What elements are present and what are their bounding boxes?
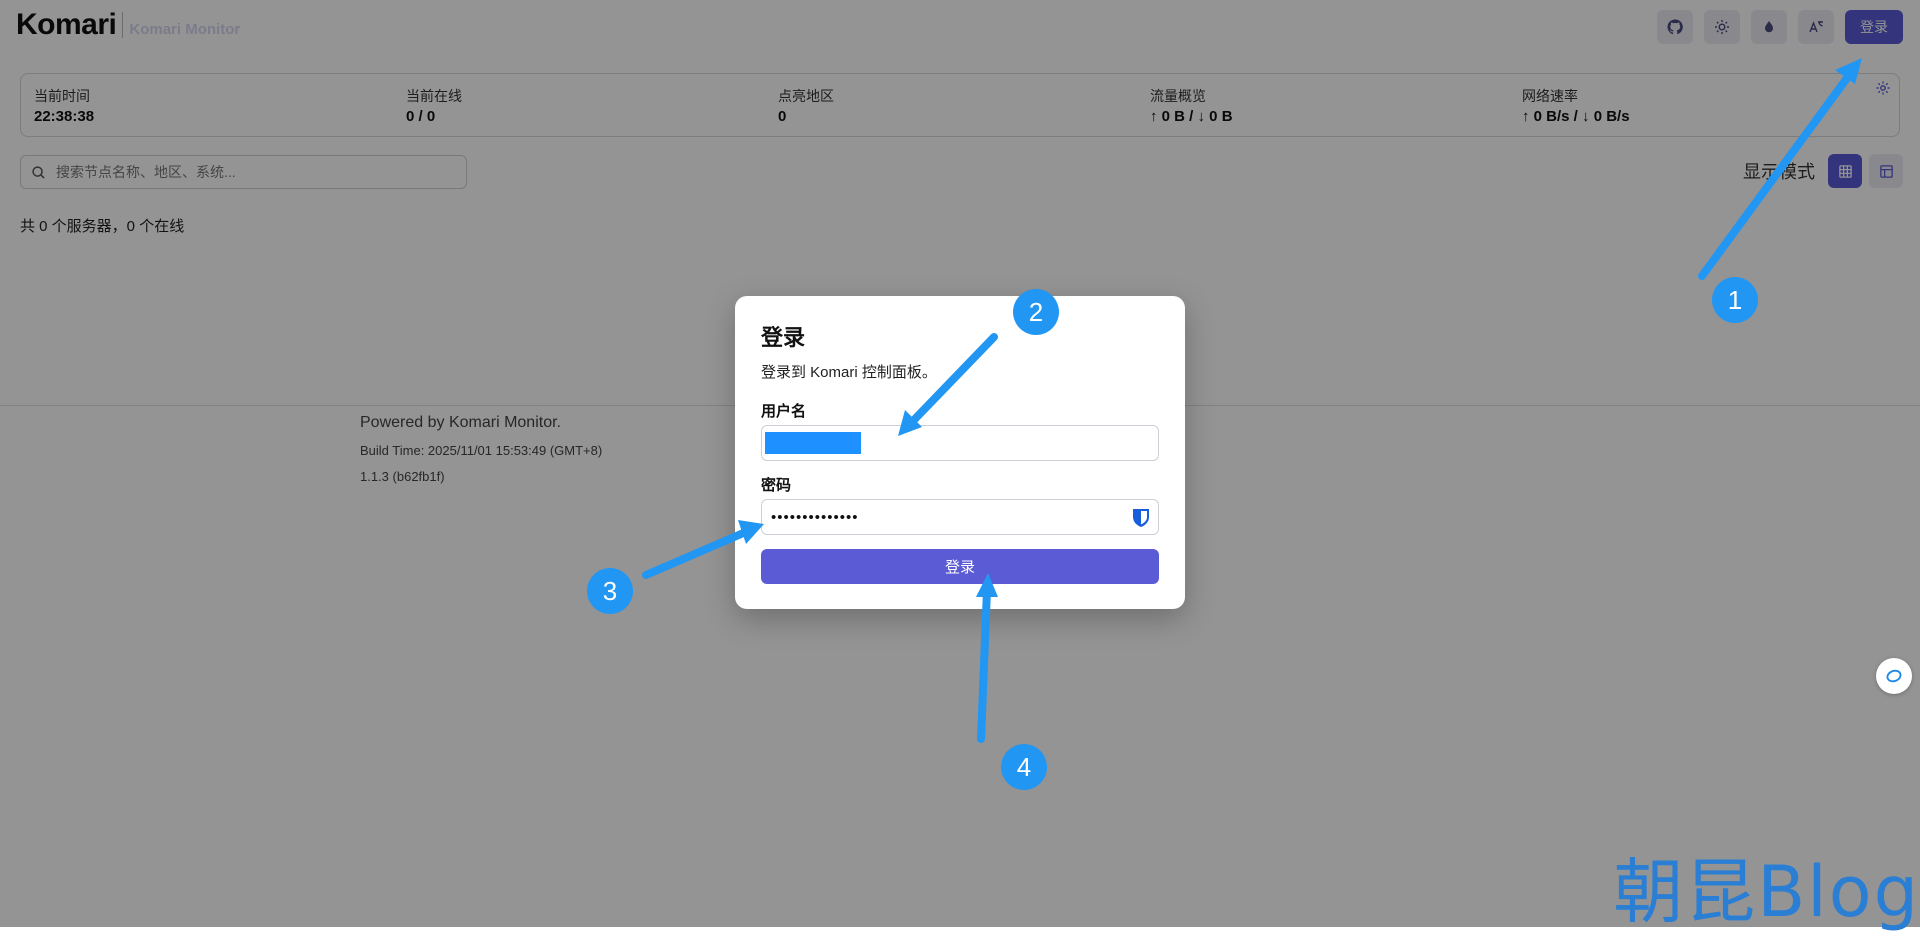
annotation-number-3: 3 [587, 568, 633, 614]
floating-assistant-button[interactable] [1876, 658, 1912, 694]
username-redaction [765, 432, 861, 454]
dialog-title: 登录 [761, 325, 806, 350]
password-label: 密码 [761, 477, 792, 494]
password-field[interactable]: •••••••••••••• [761, 499, 1159, 535]
password-value: •••••••••••••• [771, 508, 859, 526]
annotation-number-2: 2 [1013, 289, 1059, 335]
username-label: 用户名 [761, 403, 807, 420]
dialog-description: 登录到 Komari 控制面板。 [761, 364, 937, 381]
chat-icon [1886, 669, 1902, 683]
annotation-number-1: 1 [1712, 277, 1758, 323]
page: Komari Komari Monitor 登录 当前时间 22:38:38 当… [0, 0, 1920, 933]
watermark-text: 朝昆Blog [1613, 851, 1920, 933]
username-field[interactable] [761, 425, 1159, 461]
annotation-number-4: 4 [1001, 744, 1047, 790]
submit-login-button[interactable]: 登录 [761, 549, 1159, 584]
login-dialog: 登录 登录到 Komari 控制面板。 用户名 密码 •••••••••••••… [735, 296, 1185, 609]
password-manager-icon[interactable] [1131, 507, 1151, 529]
